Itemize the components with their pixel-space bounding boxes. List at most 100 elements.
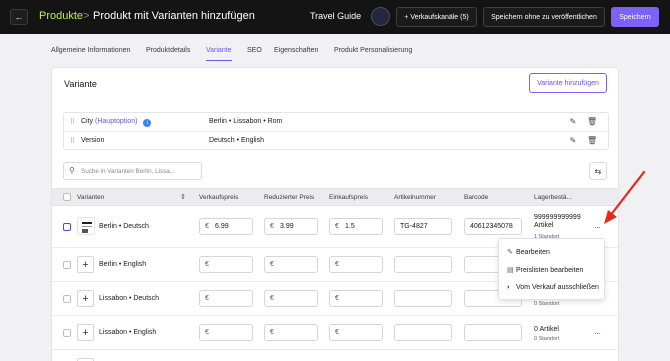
drag-handle-icon[interactable]: ⠿ <box>70 118 75 126</box>
col-header-variants: Varianten <box>77 194 105 201</box>
shop-name: Travel Guide <box>310 11 362 21</box>
option-values: Berlin • Lissabon • Rom <box>209 118 283 125</box>
purchase-price-input[interactable]: € <box>329 324 383 341</box>
sku-input[interactable]: TG-4827 <box>394 218 452 235</box>
price-input[interactable]: €6.99 <box>199 218 253 235</box>
price-input[interactable]: € <box>199 290 253 307</box>
breadcrumb-separator: > <box>83 10 90 22</box>
plus-icon: + <box>82 258 89 271</box>
page-title: Produkt mit Varianten hinzufügen <box>93 10 255 22</box>
reduced-price-input[interactable]: € <box>264 324 318 341</box>
sku-input[interactable] <box>394 290 452 307</box>
add-variant-button[interactable]: Variante hinzufügen <box>529 73 607 93</box>
tab-seo[interactable]: SEO <box>247 47 262 54</box>
breadcrumb-root[interactable]: Produkte <box>39 10 83 22</box>
col-header-purchase: Einkaufspreis <box>329 194 369 201</box>
price-input[interactable]: € <box>199 324 253 341</box>
row-checkbox[interactable] <box>63 223 71 231</box>
row-context-menu: ✎ Bearbeiten ▤ Preislisten bearbeiten ◐ Vom… <box>498 238 605 300</box>
save-without-publish-button[interactable]: Speichern ohne zu veröffentlichen <box>483 7 605 27</box>
variant-options: ⠿ City (Hauptoption) i Berlin • Lissabon … <box>63 112 610 150</box>
purchase-price-input[interactable]: €1.5 <box>329 218 383 235</box>
purchase-price-input[interactable]: € <box>329 290 383 307</box>
reduced-price-input[interactable]: € <box>264 256 318 273</box>
barcode-input[interactable]: 40612345078 <box>464 218 522 235</box>
col-header-price: Verkaufspreis <box>199 194 239 201</box>
sku-input[interactable] <box>394 256 452 273</box>
add-image-button[interactable]: + <box>77 290 94 307</box>
purchase-price-input[interactable]: € <box>329 256 383 273</box>
tab-bar: Allgemeine Informationen Produktdetails … <box>0 44 670 61</box>
select-all-checkbox[interactable] <box>63 193 71 201</box>
variant-search-input[interactable]: ⚲ Suche in Varianten Berlin, Lissa... <box>63 162 202 180</box>
col-header-barcode: Barcode <box>464 194 489 201</box>
price-value: 6.99 <box>215 223 229 230</box>
reduced-price-value: 3.99 <box>280 223 294 230</box>
sku-value: TG-4827 <box>400 223 428 230</box>
row-checkbox[interactable] <box>63 329 71 337</box>
pencil-icon[interactable]: ✎ <box>568 136 578 146</box>
col-header-reduced: Reduzierter Preis <box>264 194 315 201</box>
variant-panel: Variante Variante hinzufügen ⠿ City (Hau… <box>51 67 620 361</box>
price-input[interactable]: € <box>199 256 253 273</box>
panel-title: Variante <box>64 79 97 89</box>
active-tab-indicator <box>206 60 232 61</box>
currency-symbol: € <box>270 223 274 230</box>
variant-name: Berlin • English <box>99 261 147 268</box>
tab-general-info[interactable]: Allgemeine Informationen <box>51 47 130 54</box>
purchase-price-value: 1.5 <box>345 223 355 230</box>
menu-item-edit-pricelists[interactable]: ▤ Preislisten bearbeiten <box>507 266 583 274</box>
variant-thumbnail <box>77 217 95 235</box>
tab-personalization[interactable]: Produkt Personalisierung <box>334 47 412 54</box>
add-image-button[interactable]: + <box>77 324 94 341</box>
search-icon: ⚲ <box>69 166 75 175</box>
stock-location: 0 Standort <box>534 301 560 307</box>
currency-symbol: € <box>335 261 339 268</box>
row-checkbox[interactable] <box>63 295 71 303</box>
option-name: City (Hauptoption) i <box>81 118 152 127</box>
top-bar: ← Produkte > Produkt mit Varianten hinzu… <box>0 0 670 34</box>
avatar[interactable] <box>371 7 390 26</box>
currency-symbol: € <box>270 295 274 302</box>
tab-variant[interactable]: Variante <box>206 47 232 54</box>
currency-symbol: € <box>205 329 209 336</box>
barcode-value: 40612345078 <box>470 223 513 230</box>
search-placeholder: Suche in Varianten Berlin, Lissa... <box>81 168 176 175</box>
more-options-icon[interactable]: ··· <box>594 329 601 338</box>
save-button[interactable]: Speichern <box>611 7 659 27</box>
reduced-price-input[interactable]: €3.99 <box>264 218 318 235</box>
currency-symbol: € <box>335 295 339 302</box>
stock-count: 0 Artikel <box>534 326 559 333</box>
sales-channels-button[interactable]: + Verkaufskanäle (5) <box>396 7 477 27</box>
tab-properties[interactable]: Eigenschaften <box>274 47 318 54</box>
barcode-input[interactable] <box>464 324 522 341</box>
add-image-button[interactable]: + <box>77 256 94 273</box>
eye-off-icon: ◐ <box>507 284 512 291</box>
tab-product-details[interactable]: Produktdetails <box>146 47 190 54</box>
menu-item-exclude-from-sale[interactable]: ◐ Vom Verkauf ausschließen <box>507 284 599 291</box>
row-checkbox[interactable] <box>63 261 71 269</box>
arrow-left-icon: ← <box>14 12 24 22</box>
sort-icon[interactable]: ⇕ <box>180 193 186 201</box>
plus-icon: + <box>82 292 89 305</box>
reduced-price-input[interactable]: € <box>264 290 318 307</box>
currency-symbol: € <box>205 223 209 230</box>
currency-symbol: € <box>270 261 274 268</box>
menu-item-edit[interactable]: ✎ Bearbeiten <box>507 248 550 256</box>
col-header-stock: Lagerbestä... <box>534 194 572 201</box>
drag-handle-icon[interactable]: ⠿ <box>70 137 75 145</box>
table-header: Varianten ⇕ Verkaufspreis Reduzierter Pr… <box>52 188 620 206</box>
currency-symbol: € <box>335 223 339 230</box>
currency-symbol: € <box>335 329 339 336</box>
option-main-label: (Hauptoption) <box>95 118 138 125</box>
info-icon[interactable]: i <box>143 119 152 127</box>
sku-input[interactable] <box>394 324 452 341</box>
option-name: Version <box>81 137 105 144</box>
trash-icon[interactable]: 🗑 <box>587 136 597 146</box>
back-button[interactable]: ← <box>10 9 28 25</box>
option-values: Deutsch • English <box>209 137 264 144</box>
trash-icon[interactable]: 🗑 <box>587 117 597 127</box>
currency-symbol: € <box>205 261 209 268</box>
pencil-icon[interactable]: ✎ <box>568 117 578 127</box>
table-row: + Lissabon • English € € € 0 Artikel 0 S… <box>52 316 620 350</box>
